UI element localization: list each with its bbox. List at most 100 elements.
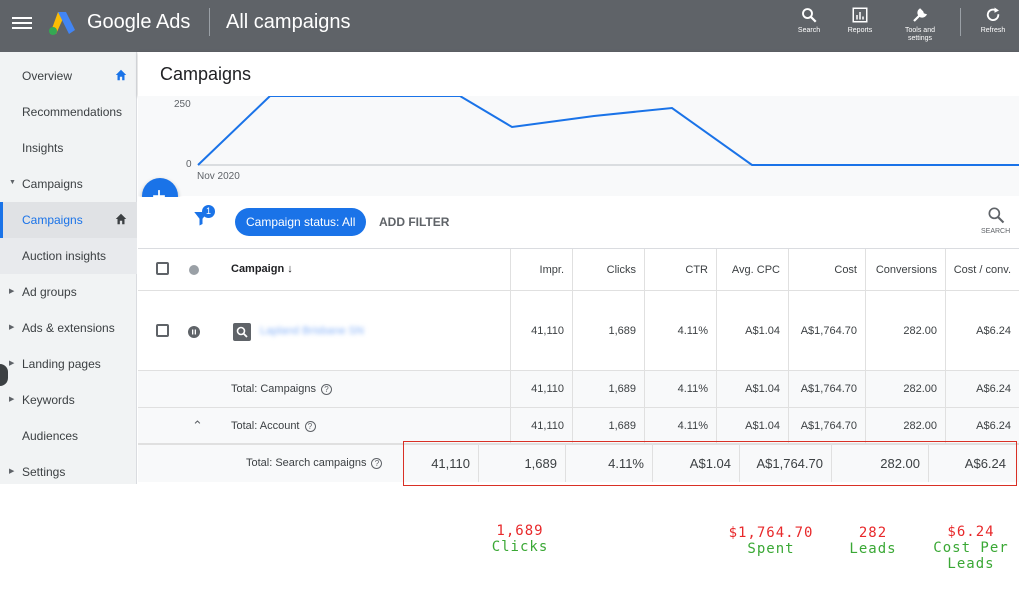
campaign-header-label: Campaign: [231, 263, 285, 275]
total-search-label: Total: Search campaigns?: [246, 457, 383, 469]
total-campaigns-label: Total: Campaigns?: [231, 383, 332, 395]
sidebar-item-insights[interactable]: Insights: [0, 130, 137, 166]
conversions-cell: 282.00: [865, 371, 945, 407]
chevron-up-icon[interactable]: ⌃: [192, 418, 203, 434]
leads-annotation-value: 282: [858, 525, 888, 541]
sidebar-item-label: Audiences: [22, 429, 79, 443]
search-tool-button[interactable]: Search: [793, 6, 825, 35]
clicks-annotation-value: 1,689: [496, 523, 544, 539]
conversions-column-header[interactable]: Conversions: [865, 249, 945, 290]
google-ads-logo: [49, 12, 75, 35]
cost-column-header[interactable]: Cost: [788, 249, 865, 290]
sidebar-item-ad-groups[interactable]: ▶ Ad groups: [0, 274, 137, 310]
ctr-cell: 4.11%: [644, 371, 716, 407]
home-icon: [115, 213, 127, 225]
clicks-cell: 1,689: [572, 371, 644, 407]
cost-cell: A$1,764.70: [788, 408, 865, 443]
sidebar-item-ads-extensions[interactable]: ▶ Ads & extensions: [0, 310, 137, 346]
table-search-button[interactable]: SEARCH: [981, 205, 1010, 235]
sidebar-item-label: Landing pages: [22, 357, 101, 371]
toolbar-divider: [960, 8, 961, 36]
ctr-cell: 4.11%: [644, 291, 716, 370]
help-icon[interactable]: ?: [304, 421, 316, 432]
campaign-status-chip[interactable]: Campaign status: All: [235, 208, 367, 236]
filter-count-badge: 1: [202, 205, 215, 218]
impr-cell: 41,110: [510, 371, 572, 407]
spent-annotation-label: Spent: [747, 541, 795, 557]
campaign-column-header[interactable]: Campaign ↓: [231, 263, 293, 275]
sidebar-item-overview[interactable]: Overview: [0, 58, 137, 94]
cost-per-lead-annotation: $6.24 Cost Per Leads: [925, 524, 1017, 572]
table-row[interactable]: Lapland Brisbane SN 41,110 1,689 4.11% A…: [138, 291, 1019, 371]
performance-chart: 250 0 Nov 2020: [138, 96, 1019, 196]
help-icon[interactable]: ?: [321, 384, 332, 395]
reports-tool-button[interactable]: Reports: [843, 6, 877, 35]
tools-settings-button[interactable]: Tools and settings: [897, 6, 943, 43]
brand-name[interactable]: Google Ads: [87, 11, 190, 34]
sidebar-item-label: Insights: [22, 141, 64, 155]
search-tool-label: Search: [797, 27, 821, 34]
sidebar-item-label: Campaigns: [22, 213, 83, 227]
campaign-name-link[interactable]: Lapland Brisbane SN: [260, 325, 364, 337]
sidebar-nav: Overview Recommendations Insights ▼ Camp…: [0, 52, 137, 484]
total-account-label: Total: Account?: [231, 420, 316, 432]
sidebar-item-landing-pages[interactable]: ▶ Landing pages: [0, 346, 137, 382]
page-heading: All campaigns: [226, 11, 351, 33]
row-checkbox[interactable]: [156, 324, 169, 337]
leads-annotation-label: Leads: [849, 541, 897, 557]
highlight-box: [403, 441, 1017, 486]
conversions-cell: 282.00: [865, 408, 945, 443]
hamburger-menu-icon[interactable]: [12, 14, 32, 32]
help-icon[interactable]: ?: [371, 458, 383, 469]
sidebar-item-label: Settings: [22, 465, 66, 479]
clicks-annotation-label: Clicks: [491, 539, 549, 555]
pause-status-icon[interactable]: [188, 326, 200, 338]
filter-bar: 1 Campaign status: All ADD FILTER SEARCH: [138, 197, 1019, 249]
table-header: Campaign ↓ Impr. Clicks CTR Avg. CPC Cos…: [138, 249, 1019, 291]
sidebar-item-recommendations[interactable]: Recommendations: [0, 94, 137, 130]
avg-cpc-cell: A$1.04: [716, 291, 788, 370]
search-icon: [802, 8, 817, 23]
reports-tool-label: Reports: [847, 27, 873, 34]
clicks-cell: 1,689: [572, 291, 644, 370]
total-search-text: Total: Search campaigns: [246, 457, 367, 469]
select-all-checkbox[interactable]: [156, 262, 169, 275]
ctr-cell: 4.11%: [644, 408, 716, 443]
chart-plot: [197, 96, 1019, 166]
sidebar-item-audiences[interactable]: Audiences: [0, 418, 137, 454]
sidebar-item-settings[interactable]: ▶ Settings: [0, 454, 137, 490]
caret-right-icon: ▶: [9, 324, 15, 331]
home-icon: [115, 69, 127, 81]
header-divider: [209, 8, 210, 36]
add-filter-button[interactable]: ADD FILTER: [379, 215, 449, 229]
clicks-cell: 1,689: [572, 408, 644, 443]
clicks-annotation: 1,689 Clicks: [470, 523, 570, 555]
sidebar-item-auction-insights[interactable]: Auction insights: [0, 238, 137, 274]
sidebar-item-label: Campaigns: [22, 177, 83, 191]
cpl-annotation-label-2: Leads: [947, 556, 995, 572]
caret-right-icon: ▶: [9, 468, 15, 475]
search-icon: [988, 207, 1004, 224]
top-bar: Google Ads All campaigns Search Reports …: [0, 0, 1019, 52]
impr-cell: 41,110: [510, 408, 572, 443]
sidebar-item-campaigns-group[interactable]: ▼ Campaigns: [0, 166, 137, 202]
sidebar-item-label: Ads & extensions: [22, 321, 115, 335]
cost-cell: A$1,764.70: [788, 371, 865, 407]
sidebar-item-campaigns[interactable]: Campaigns: [0, 202, 137, 238]
clicks-column-header[interactable]: Clicks: [572, 249, 644, 290]
total-account-row: ⌃ Total: Account? 41,110 1,689 4.11% A$1…: [138, 408, 1019, 444]
cpl-annotation-label-1: Cost Per: [933, 540, 1009, 556]
sidebar-item-keywords[interactable]: ▶ Keywords: [0, 382, 137, 418]
series-line: [197, 96, 1019, 166]
ctr-column-header[interactable]: CTR: [644, 249, 716, 290]
cost-conv-column-header[interactable]: Cost / conv.: [945, 249, 1019, 290]
avg-cpc-cell: A$1.04: [716, 408, 788, 443]
avg-cpc-cell: A$1.04: [716, 371, 788, 407]
refresh-button[interactable]: Refresh: [977, 6, 1009, 35]
spent-annotation-value: $1,764.70: [728, 525, 814, 541]
impr-column-header[interactable]: Impr.: [510, 249, 572, 290]
table-search-label: SEARCH: [981, 228, 1011, 235]
avg-cpc-column-header[interactable]: Avg. CPC: [716, 249, 788, 290]
sidebar-item-label: Overview: [22, 69, 73, 83]
search-campaign-type-icon: [233, 323, 251, 341]
